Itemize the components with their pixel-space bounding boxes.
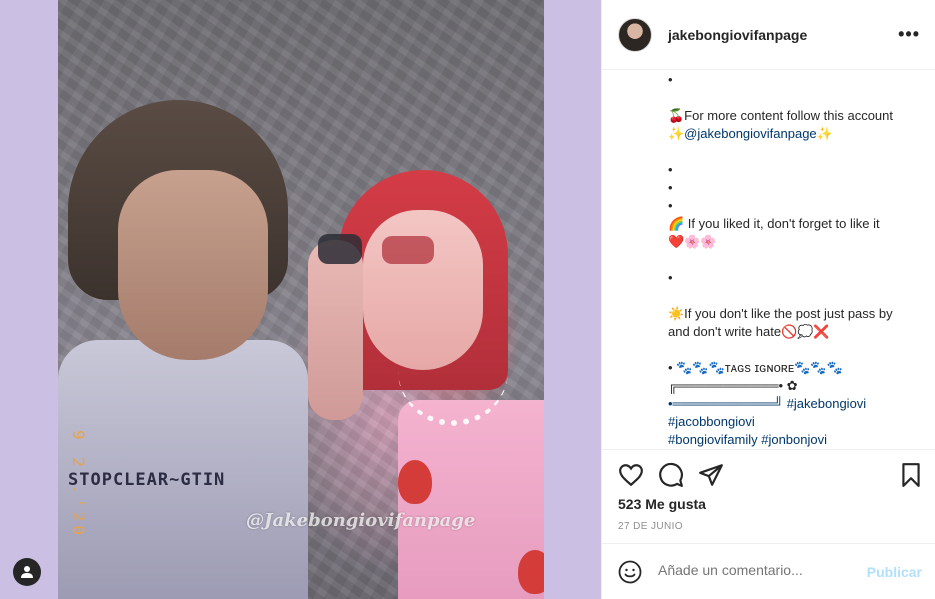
action-bar bbox=[602, 449, 935, 499]
caption-line: 🌈 If you liked it, don't forget to like … bbox=[668, 216, 880, 231]
strawberry-print bbox=[518, 550, 544, 594]
ellipsis-icon[interactable]: ••• bbox=[898, 24, 920, 45]
caption-line: • bbox=[668, 162, 673, 177]
comment-input[interactable] bbox=[658, 562, 858, 578]
photo-shirt-print: STOPCLEAR~GTIN bbox=[68, 470, 226, 490]
caption-line bbox=[668, 341, 920, 359]
username-link[interactable]: jakebongiovifanpage bbox=[668, 27, 898, 43]
comment-bar: Publicar bbox=[602, 543, 935, 599]
hashtag-link[interactable]: •═══════════╝ #jakebongiovi bbox=[668, 396, 866, 411]
bookmark-icon[interactable] bbox=[898, 462, 924, 488]
caption-line bbox=[668, 89, 920, 107]
heart-icon[interactable] bbox=[618, 462, 644, 488]
caption-line bbox=[668, 251, 920, 269]
photo-person-right bbox=[308, 170, 544, 599]
photo-date-stamp: 9 2 .'20 bbox=[69, 430, 88, 540]
photo-hand bbox=[308, 240, 363, 420]
smiley-icon[interactable] bbox=[618, 560, 642, 584]
photo-face bbox=[118, 170, 268, 360]
avatar[interactable] bbox=[618, 17, 652, 52]
post-date[interactable]: 27 DE JUNIO bbox=[618, 521, 683, 532]
caption-line: 🍒For more content follow this account bbox=[668, 108, 894, 123]
caption-line: ╔═══════════• ✿ bbox=[668, 378, 798, 393]
mention-link[interactable]: ✨@jakebongiovifanpage✨ bbox=[668, 126, 833, 141]
caption-line: • bbox=[668, 180, 673, 195]
like-count[interactable]: 523 Me gusta bbox=[618, 496, 706, 512]
caption-line bbox=[668, 287, 920, 305]
photo-pane: STOPCLEAR~GTIN 9 2 .'20 @Jakebongiovifan… bbox=[0, 0, 601, 599]
hashtag-link[interactable]: #bongiovifamily #jonbonjovi bbox=[668, 432, 827, 447]
caption-line: • bbox=[668, 270, 673, 285]
person-icon bbox=[21, 566, 33, 578]
strawberry-print bbox=[398, 460, 432, 504]
caption-line bbox=[668, 143, 920, 161]
sunglasses-lens bbox=[318, 234, 362, 264]
caption-line: and don't write hate🚫💭❌ bbox=[668, 324, 830, 339]
caption-line: • bbox=[668, 72, 673, 87]
paper-plane-icon[interactable] bbox=[698, 462, 724, 488]
caption-hashtag-line: •═══════════╝ #jakebongiovi bbox=[668, 395, 920, 413]
caption-line: ❤️🌸🌸 bbox=[668, 234, 717, 249]
hashtag-link[interactable]: #jacobbongiovi bbox=[668, 414, 755, 429]
sunglasses-lens bbox=[382, 236, 434, 264]
caption-hashtag-line: #bongiovifamily #jonbonjovi bbox=[668, 431, 920, 449]
user-tag-button[interactable] bbox=[13, 558, 41, 586]
caption-line: ☀️If you don't like the post just pass b… bbox=[668, 306, 893, 321]
caption-line: • 🐾🐾🐾ᴛᴀɢs ɪɢɴᴏʀᴇ🐾🐾🐾 bbox=[668, 360, 843, 375]
speech-bubble-icon[interactable] bbox=[658, 462, 684, 488]
photo-top bbox=[398, 400, 544, 599]
caption-mention-line: ✨@jakebongiovifanpage✨ bbox=[668, 125, 920, 143]
publish-button[interactable]: Publicar bbox=[867, 564, 922, 580]
post-header: jakebongiovifanpage ••• bbox=[602, 0, 935, 70]
caption-hashtag-line: #jacobbongiovi bbox=[668, 413, 920, 431]
caption-line: • bbox=[668, 198, 673, 213]
post-photo[interactable]: STOPCLEAR~GTIN 9 2 .'20 @Jakebongiovifan… bbox=[58, 0, 544, 599]
photo-watermark: @Jakebongiovifanpage bbox=[246, 510, 476, 531]
caption: • 🍒For more content follow this account … bbox=[602, 71, 935, 449]
post-info-pane: jakebongiovifanpage ••• • 🍒For more cont… bbox=[601, 0, 935, 599]
photo-sunglasses bbox=[318, 234, 468, 264]
